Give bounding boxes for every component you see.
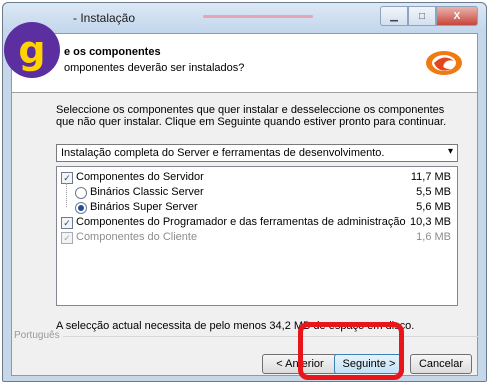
- g-badge-logo: g: [4, 22, 60, 78]
- title-bar[interactable]: - Instalação ▁ □ X: [3, 3, 486, 33]
- radio-classic[interactable]: [75, 187, 87, 199]
- component-row-classic[interactable]: Binários Classic Server 5,5 MB: [57, 185, 457, 200]
- close-icon: X: [453, 10, 461, 22]
- component-label: Componentes do Programador e das ferrame…: [76, 216, 406, 228]
- component-size: 5,5 MB: [416, 186, 451, 198]
- maximize-icon: □: [418, 10, 426, 22]
- install-type-select[interactable]: Instalação completa do Server e ferramen…: [56, 144, 458, 162]
- components-list: ✓ Componentes do Servidor 11,7 MB Binári…: [56, 166, 458, 306]
- wizard-header: e os componentes omponentes deverão ser …: [12, 34, 477, 93]
- page-title: e os componentes: [64, 46, 161, 58]
- disk-space-status: A selecção actual necessita de pelo meno…: [56, 320, 415, 332]
- checkbox-client: ✓: [61, 232, 73, 244]
- component-row-server[interactable]: ✓ Componentes do Servidor 11,7 MB: [57, 170, 457, 185]
- component-label: Componentes do Servidor: [76, 171, 204, 183]
- next-button[interactable]: Seguinte >: [334, 354, 404, 374]
- component-row-developer[interactable]: ✓ Componentes do Programador e das ferra…: [57, 215, 457, 230]
- checkbox-developer[interactable]: ✓: [61, 217, 73, 229]
- back-button[interactable]: < Anterior: [262, 354, 338, 374]
- minimize-icon: ▁: [390, 10, 398, 22]
- window-controls: ▁ □ X: [380, 6, 478, 26]
- checkbox-server[interactable]: ✓: [61, 172, 73, 184]
- instructions-text: Seleccione os componentes que quer insta…: [56, 104, 447, 128]
- dropdown-arrow-icon[interactable]: ▾: [448, 146, 453, 157]
- component-size: 5,6 MB: [416, 201, 451, 213]
- installer-window: - Instalação ▁ □ X e os componentes ompo…: [2, 2, 487, 382]
- component-size: 10,3 MB: [410, 216, 451, 228]
- firebird-logo-icon: [426, 51, 462, 75]
- component-row-client: ✓ Componentes do Cliente 1,6 MB: [57, 230, 457, 245]
- dialog-body: e os componentes omponentes deverão ser …: [11, 33, 478, 376]
- close-button[interactable]: X: [436, 6, 478, 26]
- component-label: Componentes do Cliente: [76, 231, 198, 243]
- cancel-button[interactable]: Cancelar: [410, 354, 472, 374]
- component-size: 1,6 MB: [416, 231, 451, 243]
- maximize-button[interactable]: □: [408, 6, 436, 26]
- install-type-value: Instalação completa do Server e ferramen…: [61, 147, 385, 159]
- divider: [50, 336, 478, 337]
- window-title: - Instalação: [73, 11, 136, 25]
- minimize-button[interactable]: ▁: [380, 6, 408, 26]
- page-subtitle: omponentes deverão ser instalados?: [64, 62, 245, 74]
- component-row-super[interactable]: Binários Super Server 5,6 MB: [57, 200, 457, 215]
- component-label: Binários Classic Server: [90, 186, 204, 198]
- component-size: 11,7 MB: [410, 171, 451, 183]
- redaction-mark: [203, 15, 313, 18]
- language-group-label: Português: [14, 330, 63, 341]
- component-label: Binários Super Server: [90, 201, 198, 213]
- radio-super[interactable]: [75, 202, 87, 214]
